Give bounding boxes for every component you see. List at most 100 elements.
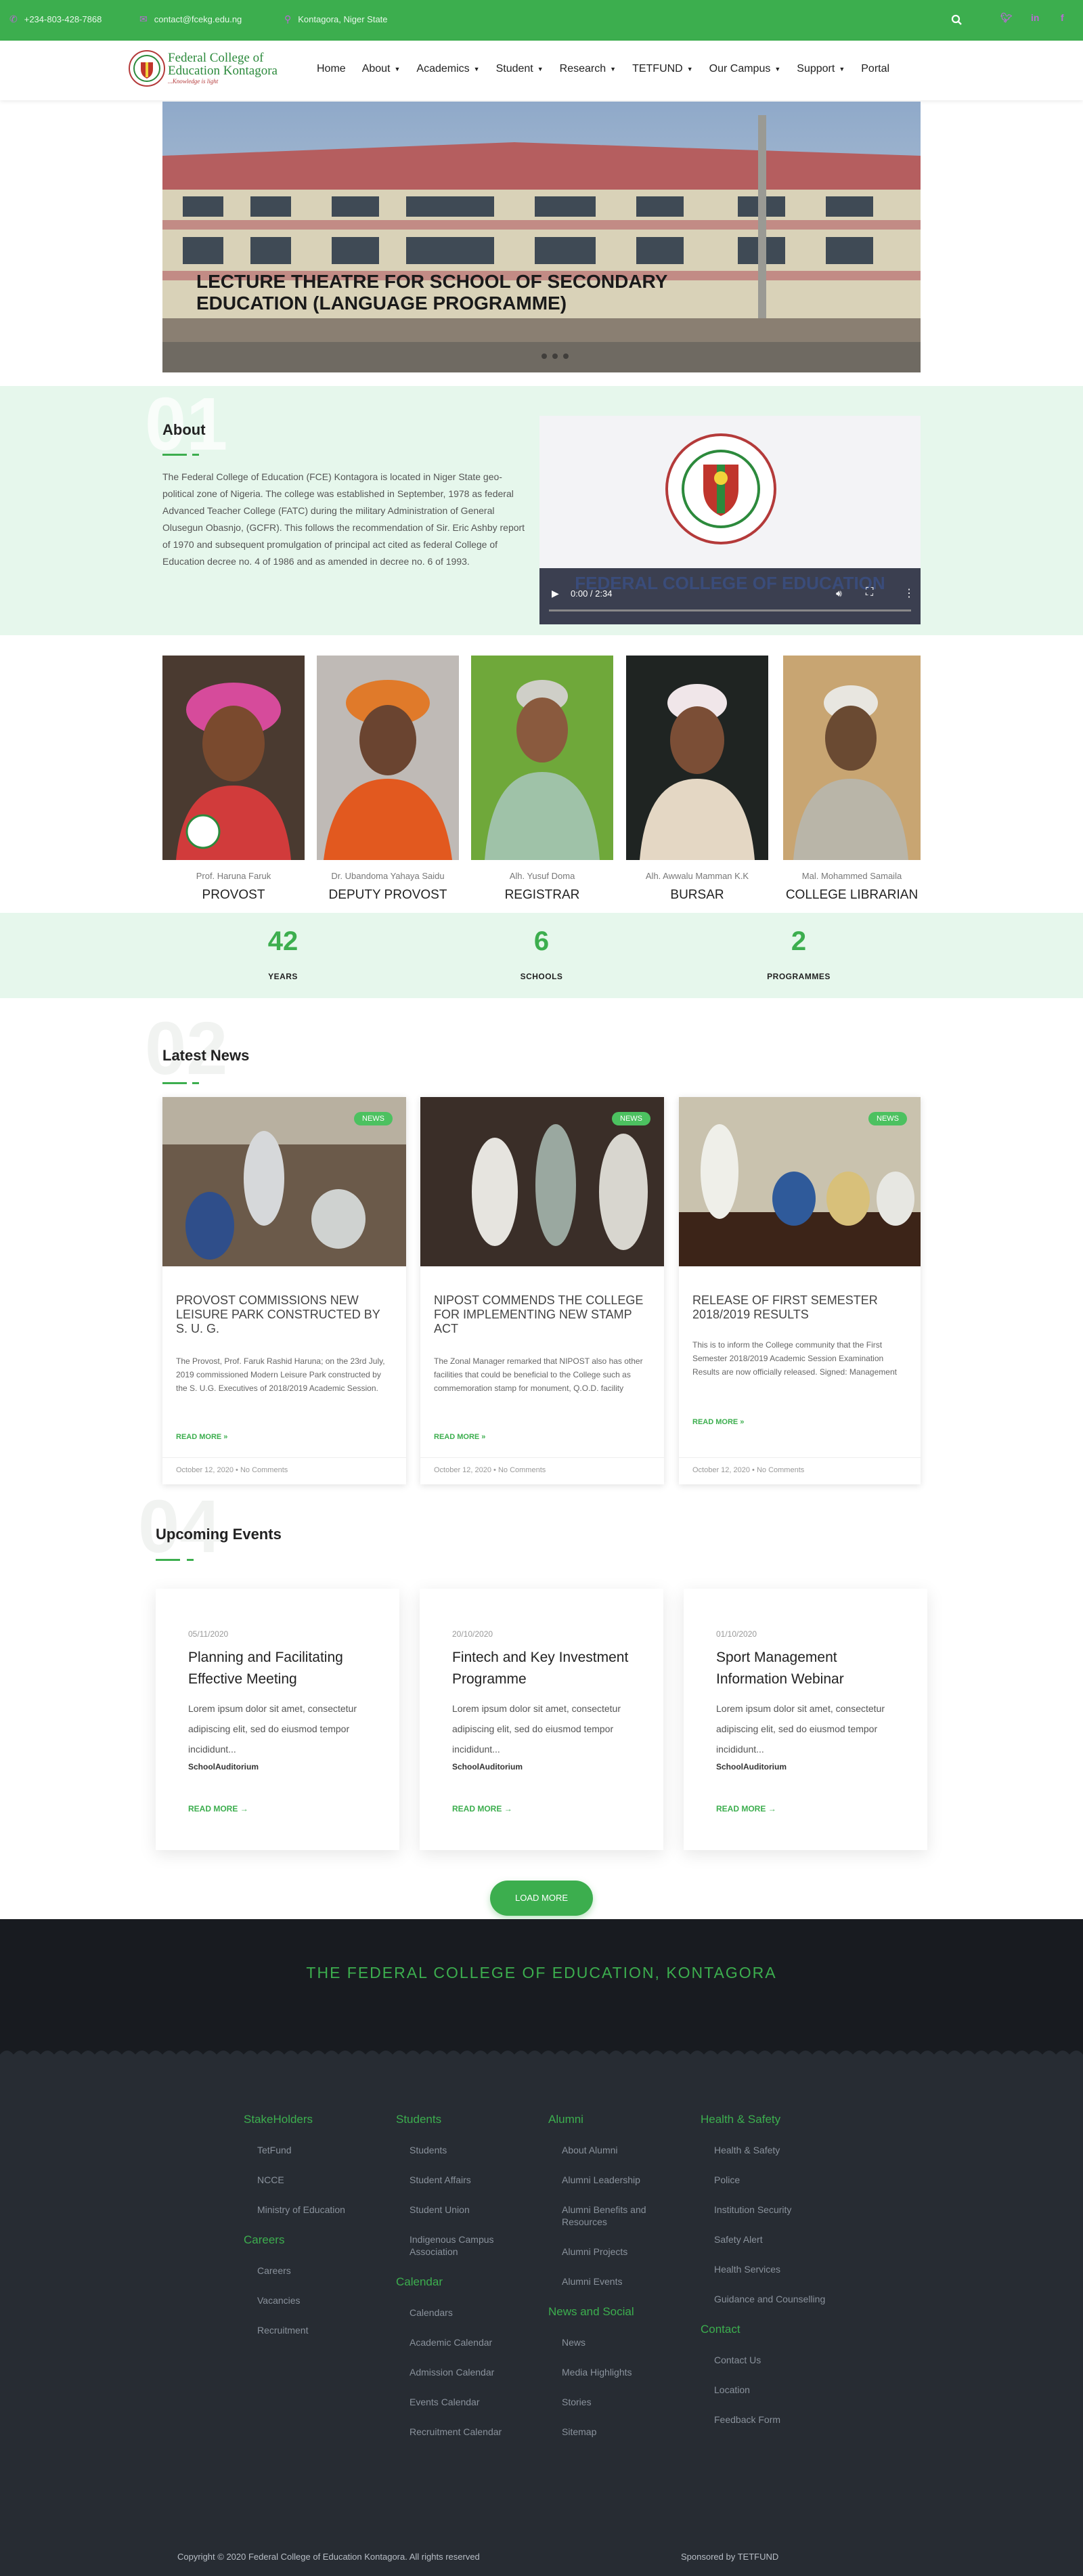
slider-dot[interactable] [552, 353, 558, 359]
nav-about[interactable]: About ▼ [362, 63, 401, 75]
read-more-link[interactable]: READ MORE » [692, 1418, 744, 1426]
event-read-more[interactable]: READ MORE → [452, 1804, 512, 1813]
about-video-player[interactable]: FEDERAL COLLEGE OF EDUCATION ▶ 0:00 / 2:… [539, 416, 921, 624]
event-read-more[interactable]: READ MORE → [716, 1804, 776, 1813]
footer-link[interactable]: Sitemap [562, 2426, 677, 2438]
hero-image [162, 102, 921, 372]
hero-slider[interactable]: LECTURE THEATRE FOR SCHOOL OF SECONDARY … [162, 102, 921, 372]
event-title[interactable]: Planning and Facilitating Effective Meet… [188, 1647, 378, 1690]
news-title-link[interactable]: RELEASE OF FIRST SEMESTER 2018/2019 RESU… [692, 1293, 896, 1322]
more-options-icon[interactable]: ⋮ [904, 586, 914, 600]
event-title[interactable]: Fintech and Key Investment Programme [452, 1647, 642, 1690]
facebook-icon[interactable]: f [1061, 12, 1064, 23]
load-more-button[interactable]: LOAD MORE [490, 1881, 593, 1916]
news-meta: October 12, 2020 • No Comments [679, 1457, 921, 1482]
footer-link[interactable]: Alumni Leadership [562, 2174, 677, 2186]
footer-link[interactable]: TetFund [257, 2144, 372, 2156]
arrow-right-icon: → [240, 1804, 248, 1813]
footer-link[interactable]: Safety Alert [714, 2233, 829, 2246]
chevron-down-icon: ▼ [839, 66, 845, 72]
footer-link[interactable]: Calendars [410, 2306, 525, 2319]
footer-link[interactable]: News [562, 2336, 677, 2348]
footer-link[interactable]: Admission Calendar [410, 2366, 525, 2378]
footer-link[interactable]: Recruitment [257, 2324, 372, 2336]
leader-card[interactable]: Mal. Mohammed Samaila COLLEGE LIBRARIAN [783, 656, 921, 903]
news-card[interactable]: NEWS NIPOST COMMENDS THE COLLEGE FOR IMP… [420, 1097, 664, 1484]
footer-link[interactable]: Student Union [410, 2204, 525, 2216]
nav-label: About [361, 63, 391, 74]
news-card[interactable]: NEWS RELEASE OF FIRST SEMESTER 2018/2019… [679, 1097, 921, 1484]
footer-link[interactable]: Guidance and Counselling [714, 2293, 829, 2305]
footer-link[interactable]: Health Services [714, 2263, 829, 2275]
nav-label: Portal [861, 63, 890, 74]
title-underline [162, 1082, 187, 1084]
news-title-link[interactable]: PROVOST COMMISSIONS NEW LEISURE PARK CON… [176, 1293, 393, 1336]
nav-label: Student [495, 63, 533, 74]
footer-banner-title: THE FEDERAL COLLEGE OF EDUCATION, KONTAG… [306, 1964, 777, 1981]
footer-link[interactable]: Academic Calendar [410, 2336, 525, 2348]
footer-heading: Alumni [548, 2113, 583, 2126]
linkedin-icon[interactable]: in [1031, 12, 1039, 23]
footer-link[interactable]: About Alumni [562, 2144, 677, 2156]
footer-link[interactable]: NCCE [257, 2174, 372, 2186]
video-progress-bar[interactable] [549, 609, 911, 611]
footer-link[interactable]: Institution Security [714, 2204, 829, 2216]
footer-link[interactable]: Alumni Benefits and Resources [562, 2204, 677, 2228]
search-button[interactable] [948, 11, 967, 30]
footer-link[interactable]: Police [714, 2174, 829, 2186]
leader-photo [783, 656, 921, 860]
nav-research[interactable]: Research ▼ [560, 63, 616, 75]
footer-link[interactable]: Students [410, 2144, 525, 2156]
read-more-link[interactable]: READ MORE » [434, 1433, 485, 1441]
nav-our-campus[interactable]: Our Campus ▼ [709, 63, 781, 75]
footer-link[interactable]: Recruitment Calendar [410, 2426, 525, 2438]
nav-home[interactable]: Home [317, 63, 346, 75]
footer-link[interactable]: Vacancies [257, 2294, 372, 2306]
footer-link[interactable]: Health & Safety [714, 2144, 829, 2156]
footer-link[interactable]: Ministry of Education [257, 2204, 372, 2216]
nav-support[interactable]: Support ▼ [797, 63, 845, 75]
leader-card[interactable]: Prof. Haruna Faruk PROVOST [162, 656, 305, 903]
footer-link[interactable]: Media Highlights [562, 2366, 677, 2378]
news-card[interactable]: NEWS PROVOST COMMISSIONS NEW LEISURE PAR… [162, 1097, 406, 1484]
footer-link[interactable]: Stories [562, 2396, 677, 2408]
footer-link[interactable]: Alumni Events [562, 2275, 677, 2288]
footer-link[interactable]: Alumni Projects [562, 2246, 677, 2258]
nav-tetfund[interactable]: TETFUND ▼ [632, 63, 693, 75]
leader-card[interactable]: Alh. Yusuf Doma REGISTRAR [471, 656, 613, 903]
footer-link[interactable]: Indigenous Campus Association [410, 2233, 525, 2258]
leader-card[interactable]: Dr. Ubandoma Yahaya Saidu DEPUTY PROVOST [317, 656, 459, 903]
nav-student[interactable]: Student ▼ [496, 63, 544, 75]
slider-dot[interactable] [563, 353, 569, 359]
event-title[interactable]: Sport Management Information Webinar [716, 1647, 906, 1690]
volume-icon[interactable]: 🔊︎ [836, 588, 842, 599]
footer-link[interactable]: Events Calendar [410, 2396, 525, 2408]
event-description: Lorem ipsum dolor sit amet, consectetur … [716, 1703, 885, 1755]
slider-dot[interactable] [542, 353, 547, 359]
nav-portal[interactable]: Portal [861, 63, 889, 75]
footer-link[interactable]: Careers [257, 2264, 372, 2277]
twitter-icon[interactable]: 🐦︎ [1000, 12, 1013, 24]
nav-academics[interactable]: Academics ▼ [416, 63, 479, 75]
phone-contact[interactable]: ✆ +234-803-428-7868 [9, 14, 102, 25]
event-date: 20/10/2020 [452, 1629, 493, 1639]
event-card[interactable]: 20/10/2020 Fintech and Key Investment Pr… [420, 1589, 663, 1850]
footer-link[interactable]: Student Affairs [410, 2174, 525, 2186]
title-underline-dot [192, 1082, 199, 1084]
footer-heading: Health & Safety [701, 2113, 781, 2126]
footer-link[interactable]: Location [714, 2384, 829, 2396]
news-title-link[interactable]: NIPOST COMMENDS THE COLLEGE FOR IMPLEMEN… [434, 1293, 650, 1336]
event-read-more[interactable]: READ MORE → [188, 1804, 248, 1813]
event-card[interactable]: 05/11/2020 Planning and Facilitating Eff… [156, 1589, 399, 1850]
event-card[interactable]: 01/10/2020 Sport Management Information … [684, 1589, 927, 1850]
leader-card[interactable]: Alh. Awwalu Mamman K.K BURSAR [626, 656, 768, 903]
footer-link[interactable]: Contact Us [714, 2354, 829, 2366]
footer-link[interactable]: Feedback Form [714, 2413, 829, 2426]
site-logo[interactable]: Federal College of Education Kontagora .… [129, 49, 294, 91]
play-icon[interactable]: ▶ [552, 588, 559, 599]
footer [0, 2055, 1083, 2576]
sponsor-text: Sponsored by TETFUND [681, 2552, 779, 2562]
read-more-link[interactable]: READ MORE » [176, 1433, 227, 1441]
email-contact[interactable]: ✉ contact@fcekg.edu.ng [139, 14, 242, 25]
fullscreen-icon[interactable]: ⛶ [866, 586, 873, 599]
